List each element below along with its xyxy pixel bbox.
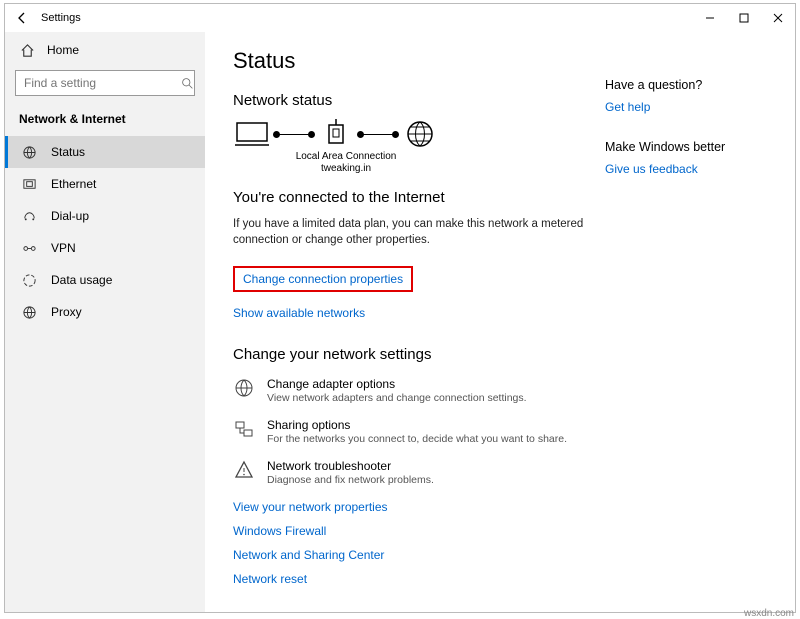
titlebar: Settings <box>5 4 795 32</box>
pc-icon <box>233 119 271 149</box>
vpn-icon <box>21 240 37 256</box>
search-field[interactable] <box>22 75 181 91</box>
close-button[interactable] <box>761 4 795 32</box>
sharing-icon <box>233 418 255 440</box>
option-adapter[interactable]: Change adapter options View network adap… <box>233 377 595 404</box>
sidebar-item-dialup[interactable]: Dial-up <box>5 200 205 232</box>
status-icon <box>21 144 37 160</box>
globe-icon <box>401 119 439 149</box>
right-rail: Have a question? Get help Make Windows b… <box>595 48 775 602</box>
home-label: Home <box>47 43 79 57</box>
change-settings-heading: Change your network settings <box>233 346 595 363</box>
option-title: Network troubleshooter <box>267 459 434 473</box>
network-reset-link[interactable]: Network reset <box>233 572 595 586</box>
category-header: Network & Internet <box>5 106 205 136</box>
connection-domain: tweaking.in <box>291 163 401 175</box>
option-sub: View network adapters and change connect… <box>267 392 527 404</box>
connected-body: If you have a limited data plan, you can… <box>233 216 595 248</box>
home-icon <box>19 42 35 58</box>
sidebar-item-label: Status <box>51 145 85 159</box>
network-status-heading: Network status <box>233 92 595 109</box>
router-icon <box>317 119 355 149</box>
sidebar-item-label: Dial-up <box>51 209 89 223</box>
sidebar-item-status[interactable]: Status <box>5 136 205 168</box>
ethernet-icon <box>21 176 37 192</box>
view-network-properties-link[interactable]: View your network properties <box>233 500 595 514</box>
sidebar-item-datausage[interactable]: Data usage <box>5 264 205 296</box>
sidebar-item-proxy[interactable]: Proxy <box>5 296 205 328</box>
proxy-icon <box>21 304 37 320</box>
sidebar-item-label: VPN <box>51 241 76 255</box>
search-icon <box>181 77 194 90</box>
question-heading: Have a question? <box>605 78 775 92</box>
page-title: Status <box>233 48 595 74</box>
change-connection-properties-link[interactable]: Change connection properties <box>233 266 413 292</box>
diagram-caption: Local Area Connection tweaking.in <box>291 151 401 175</box>
sidebar-item-label: Data usage <box>51 273 112 287</box>
get-help-link[interactable]: Get help <box>605 100 775 114</box>
search-input[interactable] <box>15 70 195 96</box>
show-available-networks-link[interactable]: Show available networks <box>233 306 365 320</box>
sidebar-item-label: Proxy <box>51 305 82 319</box>
back-button[interactable] <box>13 9 31 27</box>
maximize-button[interactable] <box>727 4 761 32</box>
sidebar-item-label: Ethernet <box>51 177 96 191</box>
connection-line <box>361 134 395 135</box>
option-sub: For the networks you connect to, decide … <box>267 433 567 445</box>
data-usage-icon <box>21 272 37 288</box>
option-sharing[interactable]: Sharing options For the networks you con… <box>233 418 595 445</box>
window-controls <box>693 4 795 32</box>
attribution: wsxdn.com <box>744 608 794 619</box>
connected-heading: You're connected to the Internet <box>233 189 595 206</box>
windows-firewall-link[interactable]: Windows Firewall <box>233 524 595 538</box>
connection-name: Local Area Connection <box>291 151 401 163</box>
dialup-icon <box>21 208 37 224</box>
option-title: Change adapter options <box>267 377 527 391</box>
settings-window: Settings Home Network <box>4 3 796 613</box>
warning-icon <box>233 459 255 481</box>
home-nav[interactable]: Home <box>5 36 205 64</box>
adapter-icon <box>233 377 255 399</box>
feedback-heading: Make Windows better <box>605 140 775 154</box>
give-feedback-link[interactable]: Give us feedback <box>605 162 775 176</box>
option-title: Sharing options <box>267 418 567 432</box>
main-content: Status Network status Local <box>205 32 795 612</box>
window-title: Settings <box>41 12 81 24</box>
sidebar-item-vpn[interactable]: VPN <box>5 232 205 264</box>
option-sub: Diagnose and fix network problems. <box>267 474 434 486</box>
network-sharing-center-link[interactable]: Network and Sharing Center <box>233 548 595 562</box>
sidebar-item-ethernet[interactable]: Ethernet <box>5 168 205 200</box>
option-troubleshooter[interactable]: Network troubleshooter Diagnose and fix … <box>233 459 595 486</box>
minimize-button[interactable] <box>693 4 727 32</box>
network-diagram <box>233 119 595 149</box>
sidebar: Home Network & Internet Status <box>5 32 205 612</box>
connection-line <box>277 134 311 135</box>
